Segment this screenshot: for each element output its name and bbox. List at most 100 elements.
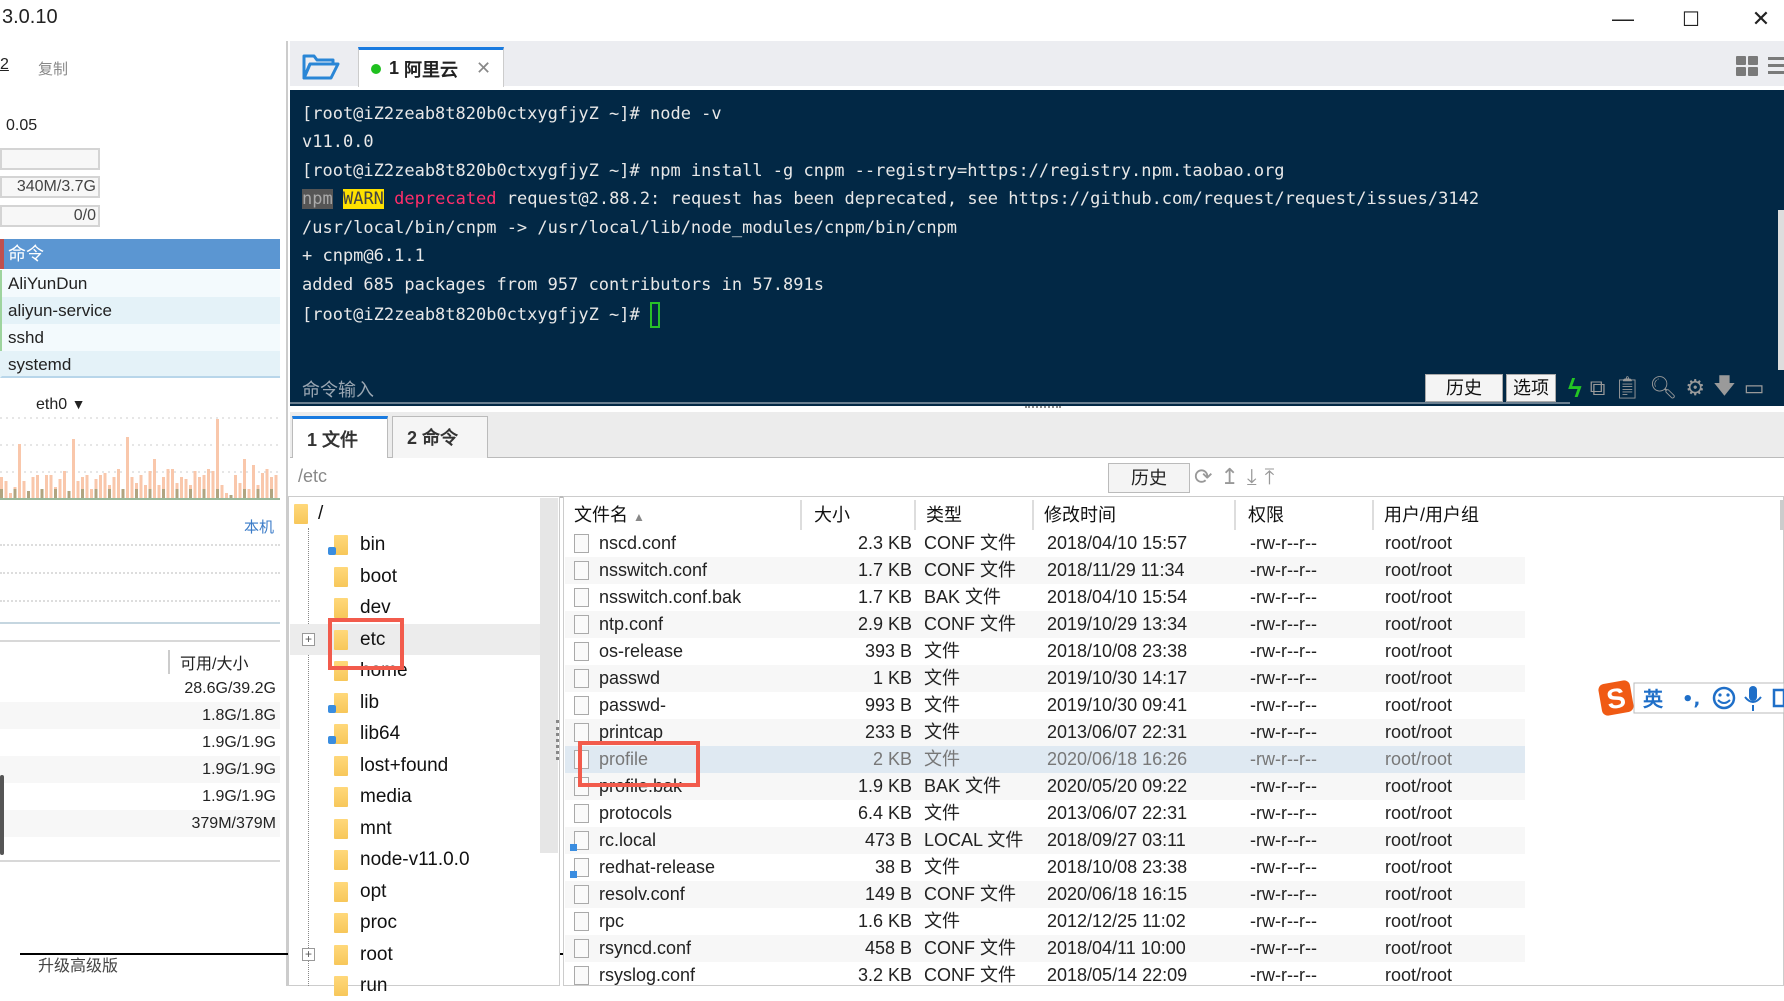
warn-message: request@2.88.2: request has been depreca… [496, 189, 1480, 209]
tree-root[interactable]: / [290, 498, 546, 529]
copy-ip-button[interactable]: 复制 [38, 58, 68, 79]
load-average: 0.05 [6, 117, 38, 134]
path-input[interactable]: /etc [298, 466, 327, 487]
network-interface-select[interactable]: eth0 ▼ [36, 396, 85, 414]
upload-file-icon[interactable]: ⤒ [1265, 464, 1275, 490]
maximize-button[interactable]: ☐ [1666, 4, 1716, 34]
prompt-text: [root@iZ2zeab8t820b0ctxygfjyZ ~]# [302, 305, 650, 325]
terminal-prompt: [root@iZ2zeab8t820b0ctxygfjyZ ~]# [302, 302, 660, 328]
tree-item-bin[interactable]: bin [290, 529, 546, 560]
process-column-header[interactable]: 命令 [0, 239, 280, 269]
layout-toggle[interactable] [1736, 52, 1784, 80]
file-row[interactable]: ntp.conf 2.9 KB CONF 文件 2019/10/29 13:34 -rw… [565, 611, 1525, 638]
terminal[interactable]: [root@iZ2zeab8t820b0ctxygfjyZ ~]# node -… [290, 90, 1784, 406]
scrollbar[interactable] [1780, 500, 1784, 530]
file-row[interactable]: resolv.conf 149 B CONF 文件 2020/06/18 16:15 -… [565, 881, 1525, 908]
tree-item-media[interactable]: media [290, 781, 546, 812]
file-type: CONF 文件 [924, 884, 1016, 904]
tree-item-lib64[interactable]: lib64 [290, 718, 546, 749]
tree-item-root[interactable]: + root [290, 939, 546, 970]
ime-toolbar[interactable]: S 英 •, [1598, 678, 1784, 718]
gear-icon[interactable]: ⚙ [1685, 375, 1705, 401]
file-mtime: 2018/05/14 22:09 [1047, 965, 1188, 985]
file-row[interactable]: nsswitch.conf.bak 1.7 KB BAK 文件 2018/04/10 … [565, 584, 1525, 611]
tab-files[interactable]: 1 文件 [292, 416, 388, 458]
file-icon [574, 723, 589, 742]
download-file-icon[interactable]: ⤓ [1247, 464, 1257, 490]
file-row[interactable]: nsswitch.conf 1.7 KB CONF 文件 2018/11/29 11:… [565, 557, 1525, 584]
file-row[interactable]: rsyslog.conf 3.2 KB CONF 文件 2018/05/14 22:0… [565, 962, 1525, 989]
process-row[interactable]: systemd [0, 351, 280, 378]
file-perm: -rw-r--r-- [1250, 803, 1317, 823]
terminal-scrollbar[interactable] [1778, 210, 1784, 370]
upgrade-link[interactable]: 升级高级版 [38, 952, 118, 976]
traffic-bar [90, 489, 93, 499]
file-row[interactable]: profile.bak 1.9 KB BAK 文件 2020/05/20 09:22-… [565, 773, 1525, 800]
process-row[interactable]: AliYunDun [0, 270, 280, 297]
file-row[interactable]: protocols 6.4 KB 文件 2013/06/07 22:31 -rw-r--… [565, 800, 1525, 827]
file-row[interactable]: passwd 1 KB 文件 2019/10/30 14:17 -rw-r--r-- ro… [565, 665, 1525, 692]
path-history-button[interactable]: 历史 [1108, 463, 1190, 493]
tree-item-mnt[interactable]: mnt [290, 813, 546, 844]
local-label[interactable]: 本机 [244, 516, 274, 537]
options-button[interactable]: 选项 [1506, 374, 1556, 402]
traffic-bar-upload [216, 489, 219, 499]
folder-open-icon[interactable] [300, 50, 340, 82]
command-history-button[interactable]: 历史 [1425, 374, 1503, 402]
minimize-button[interactable]: — [1598, 4, 1648, 34]
app-title: 3.0.10 [2, 6, 58, 28]
download-icon[interactable]: 🡇 [1713, 369, 1736, 407]
close-window-button[interactable]: ✕ [1736, 4, 1784, 34]
file-row[interactable]: rsyncd.conf 458 B CONF 文件 2018/04/11 10:00 -… [565, 935, 1525, 962]
file-owner: root/root [1385, 587, 1453, 607]
tree-item-node-v11-0-0[interactable]: node-v11.0.0 [290, 844, 546, 875]
file-size: 993 B [864, 695, 912, 715]
file-icon [574, 939, 589, 958]
file-row[interactable]: nscd.conf 2.3 KB CONF 文件 2018/04/10 15:57 -r… [565, 530, 1525, 557]
tree-item-proc[interactable]: proc [290, 907, 546, 938]
file-row[interactable]: os-release 393 B 文件 2018/10/08 23:38 -rw-r--… [565, 638, 1525, 665]
expand-icon[interactable]: + [302, 632, 315, 646]
tree-item-lost-found[interactable]: lost+found [290, 750, 546, 781]
lightning-icon[interactable]: ϟ [1568, 373, 1582, 404]
tree-item-label: boot [360, 565, 397, 587]
file-row[interactable]: rc.local 473 B LOCAL 文件 2018/09/27 03:11 -rw… [565, 827, 1525, 854]
file-row[interactable]: profile 2 KB 文件 2020/06/18 16:26 -rw-r--r-- r… [565, 746, 1525, 773]
process-row[interactable]: sshd [0, 324, 280, 351]
file-panel-tabs [290, 412, 1784, 458]
column-header-owner[interactable]: 用户/用户组 [1376, 500, 1766, 530]
file-row[interactable]: passwd- 993 B 文件 2019/10/30 09:41 -rw-r--r--… [565, 692, 1525, 719]
folder-icon [334, 566, 348, 587]
tree-item-opt[interactable]: opt [290, 876, 546, 907]
file-icon [574, 696, 589, 715]
copy-icon[interactable]: ⧉ [1590, 375, 1606, 401]
file-row[interactable]: redhat-release 38 B 文件 2018/10/08 23:38 -rw-… [565, 854, 1525, 881]
refresh-icon[interactable]: ⟳ [1194, 464, 1212, 490]
file-row[interactable]: printcap 233 B 文件 2013/06/07 22:31 -rw-r--r-… [565, 719, 1525, 746]
file-icon [574, 885, 589, 904]
session-tab[interactable]: 1 阿里云 ✕ [358, 47, 504, 87]
traffic-bar-upload [81, 489, 84, 499]
file-name: rc.local [599, 830, 657, 850]
column-header-type[interactable]: 类型 [918, 500, 1034, 530]
column-header-mtime[interactable]: 修改时间 [1036, 500, 1236, 530]
tab-commands[interactable]: 2 命令 [392, 416, 488, 458]
splitter-handle[interactable] [556, 720, 560, 760]
scrollbar[interactable] [0, 775, 4, 855]
process-row[interactable]: aliyun-service [0, 297, 280, 324]
disk-column-header[interactable]: 可用/大小 [168, 650, 248, 674]
close-tab-icon[interactable]: ✕ [476, 58, 491, 79]
column-header-name[interactable]: 文件名 ▲ [566, 500, 802, 530]
column-header-size[interactable]: 大小 [806, 500, 916, 530]
paste-icon[interactable]: 📋︎ [1613, 375, 1641, 401]
tree-item-boot[interactable]: boot [290, 561, 546, 592]
expand-icon[interactable]: + [302, 947, 315, 961]
search-icon[interactable]: 🔍︎ [1649, 375, 1677, 401]
file-row[interactable]: rpc 1.6 KB 文件 2012/12/25 11:02 -rw-r--r-- roo… [565, 908, 1525, 935]
window-icon[interactable]: ▭ [1744, 375, 1765, 401]
tree-scrollbar[interactable] [540, 498, 558, 853]
column-header-permissions[interactable]: 权限 [1240, 500, 1374, 530]
tree-item-lib[interactable]: lib [290, 687, 546, 718]
up-directory-icon[interactable]: ↥ [1220, 464, 1238, 490]
command-input[interactable]: 命令输入 [302, 376, 374, 402]
